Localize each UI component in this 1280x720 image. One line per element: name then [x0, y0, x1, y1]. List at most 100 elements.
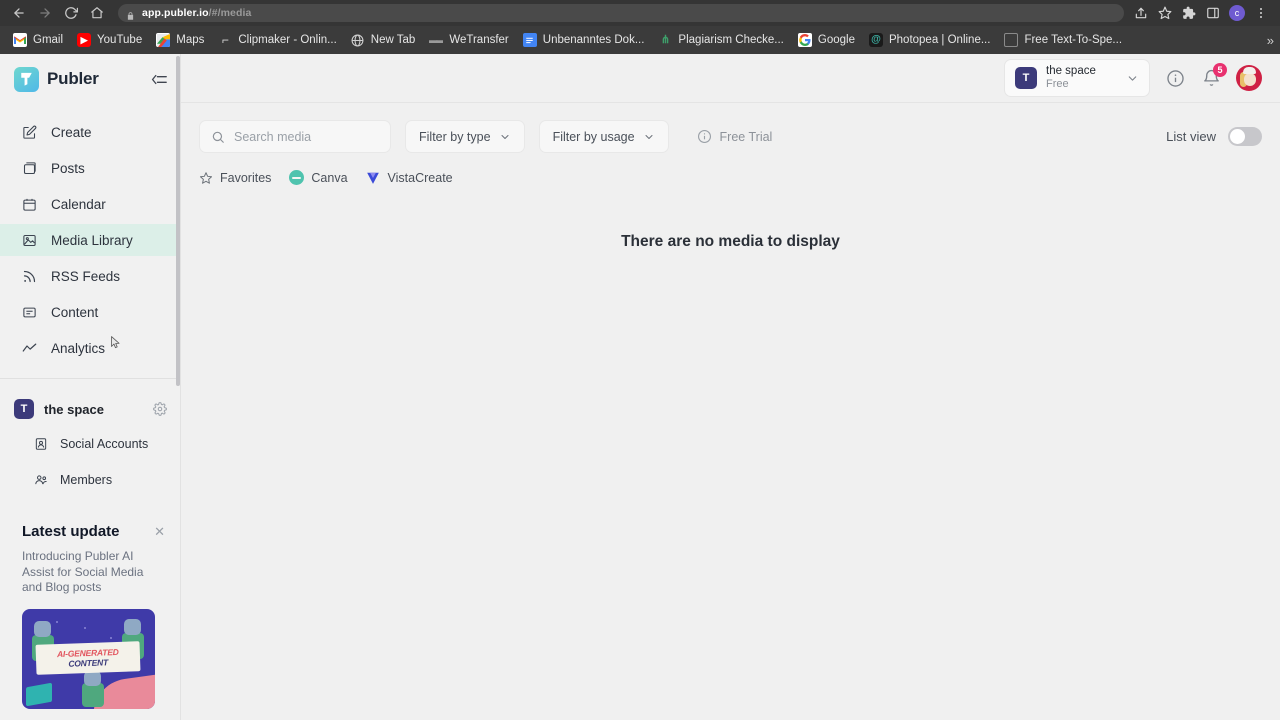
- source-label: Canva: [311, 170, 348, 185]
- bookmark-label: WeTransfer: [449, 34, 509, 46]
- extensions-puzzle-icon[interactable]: [1178, 2, 1200, 24]
- bookmarks-overflow-button[interactable]: »: [1267, 33, 1274, 48]
- latest-update-image[interactable]: AI-GENERATED CONTENT: [22, 608, 155, 709]
- source-favorites[interactable]: Favorites: [199, 171, 271, 185]
- google-icon: [797, 33, 812, 47]
- sidebar-subitem-label: Social Accounts: [60, 437, 149, 451]
- chevron-down-icon: [1112, 72, 1139, 85]
- sidebar-nav: Create Posts Calendar Media Library RSS …: [0, 104, 181, 368]
- latest-update-title: Latest update: [22, 523, 120, 540]
- info-icon[interactable]: [1164, 67, 1186, 89]
- sidebar-item-calendar[interactable]: Calendar: [0, 188, 181, 220]
- search-input[interactable]: [234, 129, 379, 144]
- bookmark-plagiarism-checker[interactable]: ⋔ Plagiarism Checke...: [651, 30, 790, 50]
- bookmark-label: Maps: [176, 34, 205, 46]
- bookmark-youtube[interactable]: ▶ YouTube: [70, 30, 149, 50]
- browser-toolbar: app.publer.io/#/media c: [0, 0, 1280, 26]
- source-vistacreate[interactable]: VistaCreate: [366, 170, 453, 185]
- side-panel-icon[interactable]: [1202, 2, 1224, 24]
- forward-button[interactable]: [34, 2, 56, 24]
- media-library-icon: [22, 233, 37, 248]
- latest-update-card: Latest update ✕ Introducing Publer AI As…: [0, 523, 181, 709]
- chevron-down-icon: [499, 131, 511, 143]
- bookmark-label: Google: [817, 34, 855, 46]
- sidebar-item-media-library[interactable]: Media Library: [0, 224, 181, 256]
- source-canva[interactable]: Canva: [289, 170, 348, 185]
- photopea-icon: @: [868, 33, 883, 47]
- bookmark-text-to-speech[interactable]: Free Text-To-Spe...: [997, 30, 1129, 50]
- bookmarks-bar: Gmail ▶ YouTube Maps ⌐ Clipmaker - Onlin…: [0, 26, 1280, 54]
- bookmark-label: New Tab: [370, 34, 416, 46]
- google-docs-icon: [522, 33, 537, 47]
- share-icon[interactable]: [1130, 2, 1152, 24]
- source-label: Favorites: [220, 170, 272, 185]
- sidebar-item-posts[interactable]: Posts: [0, 152, 181, 184]
- star-icon: [199, 171, 213, 185]
- bookmark-label: YouTube: [97, 34, 143, 46]
- list-view-toggle[interactable]: [1228, 127, 1262, 146]
- sidebar-item-label: RSS Feeds: [51, 268, 121, 284]
- app-topbar: T the space Free 5: [181, 54, 1280, 103]
- sidebar-workspace[interactable]: T the space: [0, 389, 181, 429]
- clipmaker-icon: ⌐: [221, 33, 229, 47]
- tts-icon: [1004, 33, 1019, 47]
- notification-count-badge: 5: [1213, 63, 1227, 77]
- avatar[interactable]: [1236, 65, 1262, 91]
- gear-icon[interactable]: [153, 402, 167, 416]
- sidebar-item-social-accounts[interactable]: Social Accounts: [0, 429, 181, 459]
- sidebar: Publer Create Posts Calendar Media Libra…: [0, 54, 181, 720]
- sidebar-item-content[interactable]: Content: [0, 296, 181, 328]
- bookmark-wetransfer[interactable]: ▬▬ WeTransfer: [422, 30, 515, 50]
- sidebar-item-members[interactable]: Members: [0, 465, 181, 495]
- bookmark-google-docs[interactable]: Unbenanntes Dok...: [516, 30, 652, 50]
- notifications-bell-icon[interactable]: 5: [1200, 63, 1227, 89]
- free-trial-indicator[interactable]: Free Trial: [697, 129, 772, 144]
- sidebar-header: Publer: [0, 54, 181, 104]
- sidebar-item-label: Content: [51, 304, 99, 320]
- address-bar[interactable]: app.publer.io/#/media: [118, 4, 1124, 22]
- bookmark-new-tab[interactable]: New Tab: [344, 30, 423, 50]
- sidebar-subitem-label: Members: [60, 473, 113, 487]
- home-button[interactable]: [86, 2, 108, 24]
- profile-avatar[interactable]: c: [1229, 5, 1245, 21]
- workspace-selector-plan: Free: [1046, 78, 1069, 91]
- sidebar-item-rss-feeds[interactable]: RSS Feeds: [0, 260, 181, 292]
- bookmark-photopea[interactable]: @ Photopea | Online...: [862, 30, 997, 50]
- create-pencil-icon: [22, 125, 37, 140]
- publer-logo-icon: [14, 66, 39, 92]
- reload-button[interactable]: [60, 2, 82, 24]
- sidebar-divider: [0, 378, 181, 379]
- sidebar-item-create[interactable]: Create: [0, 116, 181, 148]
- character-right-head: [124, 618, 141, 635]
- posts-icon: [22, 161, 37, 176]
- publer-logo-text: Publer: [47, 69, 99, 88]
- search-media-box[interactable]: [199, 120, 391, 153]
- bookmark-clipmaker[interactable]: ⌐ Clipmaker - Onlin...: [211, 30, 343, 50]
- plagiarism-icon: ⋔: [660, 33, 671, 46]
- sidebar-item-label: Media Library: [51, 232, 133, 248]
- filter-by-type-button[interactable]: Filter by type: [405, 120, 525, 153]
- sidebar-item-analytics[interactable]: Analytics: [0, 332, 181, 364]
- bookmark-maps[interactable]: Maps: [149, 30, 211, 50]
- kebab-menu-icon[interactable]: [1250, 2, 1272, 24]
- info-icon: [697, 129, 712, 144]
- workspace-selector-badge: T: [1015, 67, 1037, 89]
- url-path: /#/media: [208, 7, 252, 19]
- filter-by-usage-label: Filter by usage: [552, 129, 635, 144]
- bookmark-gmail[interactable]: Gmail: [6, 30, 70, 50]
- main-content: T the space Free 5 Search media Filter b…: [181, 54, 1280, 720]
- bookmark-star-icon[interactable]: [1154, 2, 1176, 24]
- back-button[interactable]: [8, 2, 30, 24]
- list-view-control[interactable]: List view: [1166, 127, 1262, 146]
- filter-by-usage-button[interactable]: Filter by usage: [538, 120, 669, 153]
- workspace-selector[interactable]: T the space Free: [1004, 59, 1150, 97]
- close-icon[interactable]: ✕: [154, 525, 165, 538]
- ai-generated-banner: AI-GENERATED CONTENT: [35, 640, 141, 675]
- workspace-selector-name: the space: [1046, 65, 1096, 78]
- bookmark-label: Photopea | Online...: [888, 34, 991, 46]
- search-icon: [211, 130, 225, 144]
- bookmark-google[interactable]: Google: [791, 30, 862, 50]
- collapse-sidebar-icon[interactable]: [151, 73, 167, 86]
- latest-update-body: Introducing Publer AI Assist for Social …: [22, 549, 144, 595]
- character-left-head: [34, 620, 51, 637]
